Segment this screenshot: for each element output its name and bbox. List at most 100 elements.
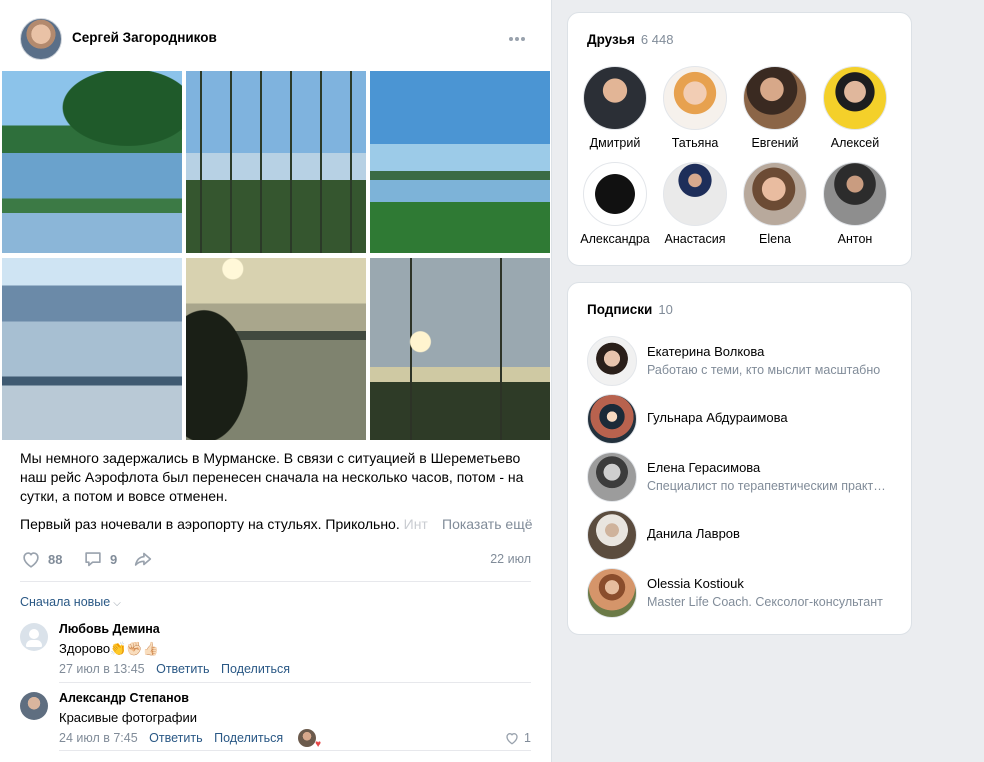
friend-item[interactable]: Александра [575, 162, 655, 246]
photo-sunset-lake[interactable] [186, 258, 366, 440]
post-paragraph-1: Мы немного задержались в Мурманске. В св… [20, 450, 524, 504]
share-icon [134, 552, 152, 566]
photo-pine-trees[interactable] [186, 71, 366, 253]
friend-name: Татьяна [671, 136, 719, 150]
like-count: 88 [48, 551, 63, 567]
friend-avatar [823, 66, 887, 130]
more-options-icon[interactable] [508, 28, 530, 48]
subscriptions-title[interactable]: Подписки 10 [587, 302, 673, 317]
subscription-name: Olessia Kostiouk [647, 576, 744, 591]
post-date[interactable]: 22 июл [490, 552, 531, 566]
subscription-name: Данила Лавров [647, 526, 740, 541]
comments-sort-dropdown[interactable]: Сначала новые ⌵ [20, 595, 121, 609]
subscriptions-count: 10 [658, 302, 673, 317]
photo-grid [2, 71, 550, 440]
subscription-avatar [587, 568, 637, 618]
heart-icon [23, 552, 39, 568]
comment-text: Здорово👏✊🏻👍🏻 [59, 641, 159, 656]
friend-item[interactable]: Дмитрий [575, 66, 655, 150]
post-text: Мы немного задержались в Мурманске. В св… [20, 449, 540, 534]
author-name[interactable]: Сергей Загородников [72, 30, 217, 45]
liker-avatar[interactable] [298, 729, 321, 750]
show-more-link[interactable]: Показать ещё [438, 515, 533, 534]
comment-like-count: 1 [524, 731, 531, 745]
friend-avatar [743, 162, 807, 226]
comment-text: Красивые фотографии [59, 710, 197, 725]
reply-link[interactable]: Ответить [156, 662, 209, 676]
friend-avatar [743, 66, 807, 130]
subscription-desc: Master Life Coach. Сексолог-консультант [647, 595, 883, 609]
comment-like-button[interactable]: 1 [504, 730, 531, 746]
friend-name: Александра [580, 232, 650, 246]
friend-avatar [583, 162, 647, 226]
photo-lake-forest[interactable] [2, 71, 182, 253]
friends-title[interactable]: Друзья 6 448 [587, 32, 673, 47]
comment-count: 9 [110, 551, 118, 567]
friend-avatar [583, 66, 647, 130]
subscription-avatar [587, 394, 637, 444]
comment-date[interactable]: 27 июл в 13:45 [59, 662, 145, 676]
wall-post: Сергей Загородников Мы немного задержали… [0, 0, 552, 762]
photo-lake-shore[interactable] [370, 71, 550, 253]
author-avatar[interactable] [20, 18, 62, 60]
comment-avatar[interactable] [20, 692, 48, 720]
subscription-desc: Специалист по терапевтическим практикам [647, 479, 892, 493]
comment-date[interactable]: 24 июл в 7:45 [59, 731, 138, 745]
photo-cloudy-lake[interactable] [2, 258, 182, 440]
share-button[interactable] [132, 548, 154, 570]
comment-icon [85, 552, 101, 567]
divider [20, 581, 531, 582]
heart-icon [506, 732, 518, 745]
friend-avatar [663, 66, 727, 130]
friend-item[interactable]: Алексей [815, 66, 895, 150]
friend-item[interactable]: Татьяна [655, 66, 735, 150]
friend-name: Антон [837, 232, 873, 246]
comment-author[interactable]: Любовь Демина [59, 622, 160, 636]
friend-item[interactable]: Анастасия [655, 162, 735, 246]
friend-item[interactable]: Евгений [735, 66, 815, 150]
photo-power-lines[interactable] [370, 258, 550, 440]
subscription-item[interactable]: Гульнара Абдураимова [587, 394, 897, 444]
friend-name: Elena [759, 232, 791, 246]
subscription-desc: Работаю с теми, кто мыслит масштабно [647, 363, 881, 377]
friend-name: Дмитрий [589, 136, 641, 150]
friends-block: Друзья 6 448 Дмитрий Татьяна Евгений Алек… [567, 12, 912, 266]
friend-avatar [663, 162, 727, 226]
post-paragraph-2: Первый раз ночевали в аэропорту на стуль… [20, 515, 540, 534]
subscriptions-block: Подписки 10 Екатерина Волкова Работаю с т… [567, 282, 912, 635]
subscription-item[interactable]: Olessia Kostiouk Master Life Coach. Секс… [587, 568, 897, 618]
friends-count: 6 448 [640, 32, 674, 47]
subscription-name: Екатерина Волкова [647, 344, 765, 359]
share-link[interactable]: Поделиться [214, 731, 283, 745]
friend-name: Анастасия [664, 232, 726, 246]
subscription-avatar [587, 452, 637, 502]
subscription-avatar [587, 510, 637, 560]
friends-title-text: Друзья [587, 32, 635, 47]
post-paragraph-2-text: Первый раз ночевали в аэропорту на стуль… [20, 516, 404, 532]
chevron-down-icon: ⌵ [113, 598, 121, 609]
subscription-item[interactable]: Елена Герасимова Специалист по терапевти… [587, 452, 897, 502]
comment-button[interactable]: 9 [82, 548, 117, 570]
post-paragraph-2-fade: Инт [403, 516, 428, 532]
comment-meta: 27 июл в 13:45 Ответить Поделиться [59, 662, 290, 676]
subscription-avatar [587, 336, 637, 386]
comment-avatar-placeholder[interactable] [20, 623, 48, 651]
divider [59, 750, 531, 751]
subscription-name: Елена Герасимова [647, 460, 761, 475]
divider [59, 682, 531, 683]
sort-label: Сначала новые [20, 595, 111, 609]
share-link[interactable]: Поделиться [221, 662, 290, 676]
friend-item[interactable]: Антон [815, 162, 895, 246]
reply-link[interactable]: Ответить [149, 731, 202, 745]
friend-name: Евгений [751, 136, 799, 150]
like-button[interactable]: 88 [20, 548, 62, 570]
subscription-item[interactable]: Данила Лавров [587, 510, 897, 560]
subscriptions-title-text: Подписки [587, 302, 653, 317]
post-header: Сергей Загородников [20, 18, 530, 60]
friend-avatar [823, 162, 887, 226]
post-actions: 88 9 22 июл [20, 546, 531, 572]
friend-name: Алексей [830, 136, 880, 150]
friend-item[interactable]: Elena [735, 162, 815, 246]
subscription-item[interactable]: Екатерина Волкова Работаю с теми, кто мы… [587, 336, 897, 386]
comment-author[interactable]: Александр Степанов [59, 691, 189, 705]
